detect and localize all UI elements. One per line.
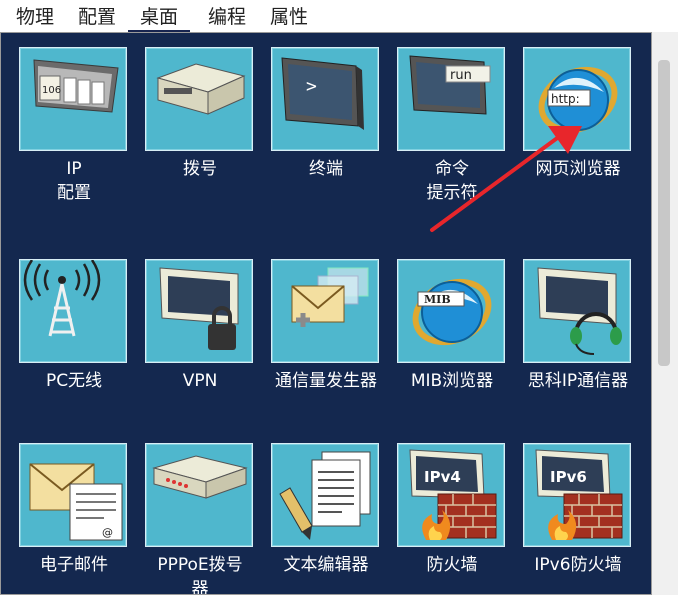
email-tile[interactable]: @ <box>19 443 127 547</box>
app-label: MIB浏览器 <box>410 371 494 391</box>
app-label: IP 配置 <box>57 159 91 203</box>
app-label: 命令 提示符 <box>426 159 478 203</box>
text-editor-tile[interactable] <box>271 443 379 547</box>
vpn-lock-icon <box>159 267 239 350</box>
traffic-generator-icon <box>291 267 369 327</box>
svg-text:IPv6: IPv6 <box>550 468 587 486</box>
tab-config[interactable]: 配置 <box>72 4 122 30</box>
terminal-icon: > <box>281 57 364 130</box>
svg-text:@: @ <box>102 526 113 539</box>
mib-browser-icon: MIB <box>412 278 492 346</box>
pc-wireless-tile[interactable] <box>19 259 127 363</box>
command-prompt-tile[interactable]: run <box>397 47 505 151</box>
mib-browser-tile[interactable]: MIB <box>397 259 505 363</box>
app-label: PPPoE拨号器 <box>157 555 243 595</box>
svg-text:IPv4: IPv4 <box>424 468 461 486</box>
dialup-tile[interactable] <box>145 47 253 151</box>
dialup-modem-icon <box>156 63 246 115</box>
text-editor-icon <box>279 451 371 540</box>
app-label: 通信量发生器 <box>275 371 377 391</box>
tab-programming[interactable]: 编程 <box>200 4 254 30</box>
svg-text:>: > <box>306 76 317 97</box>
ipv6-firewall-tile[interactable]: IPv6 <box>523 443 631 547</box>
terminal-tile[interactable]: > <box>271 47 379 151</box>
firewall-icon: IPv4 <box>409 449 497 540</box>
app-label: 防火墙 <box>426 555 478 575</box>
app-label: 文本编辑器 <box>283 555 369 575</box>
app-label: 拨号 <box>183 159 217 179</box>
pppoe-dialer-icon <box>152 455 248 499</box>
command-prompt-icon: run <box>409 55 491 115</box>
app-label: IPv6防火墙 <box>534 555 622 575</box>
app-label: 电子邮件 <box>40 555 108 575</box>
ip-communicator-icon <box>537 267 622 355</box>
vpn-tile[interactable] <box>145 259 253 363</box>
traffic-generator-tile[interactable] <box>271 259 379 363</box>
app-label: 终端 <box>309 159 343 179</box>
pppoe-dialer-tile[interactable] <box>145 443 253 547</box>
web-browser-icon: http: <box>538 66 618 134</box>
email-icon: @ <box>29 463 123 541</box>
tab-attributes[interactable]: 属性 <box>264 4 314 30</box>
app-label: 思科IP通信器 <box>527 371 629 391</box>
scrollbar-thumb[interactable] <box>658 60 670 366</box>
web-browser-tile[interactable]: http: <box>523 47 631 151</box>
app-label: 网页浏览器 <box>535 159 621 179</box>
ip-communicator-tile[interactable] <box>523 259 631 363</box>
tab-physical[interactable]: 物理 <box>10 4 60 30</box>
svg-text:MIB: MIB <box>424 293 451 306</box>
desktop-panel: 106 IP 配置 拨号 > 终端 run 命令 提示符 http: 网页浏览器… <box>0 32 652 595</box>
vertical-scrollbar[interactable] <box>652 32 678 595</box>
svg-text:run: run <box>450 68 472 83</box>
svg-text:http:: http: <box>551 92 580 106</box>
firewall-tile[interactable]: IPv4 <box>397 443 505 547</box>
wireless-antenna-icon <box>23 260 101 337</box>
svg-text:106: 106 <box>42 85 61 96</box>
app-label: VPN <box>182 371 218 391</box>
app-label: PC无线 <box>45 371 103 391</box>
ip-config-icon: 106 <box>33 59 119 113</box>
ip-config-tile[interactable]: 106 <box>19 47 127 151</box>
ipv6-firewall-icon: IPv6 <box>535 449 623 540</box>
tab-desktop[interactable]: 桌面 <box>128 4 190 32</box>
tab-bar: 物理 配置 桌面 编程 属性 <box>0 0 678 33</box>
